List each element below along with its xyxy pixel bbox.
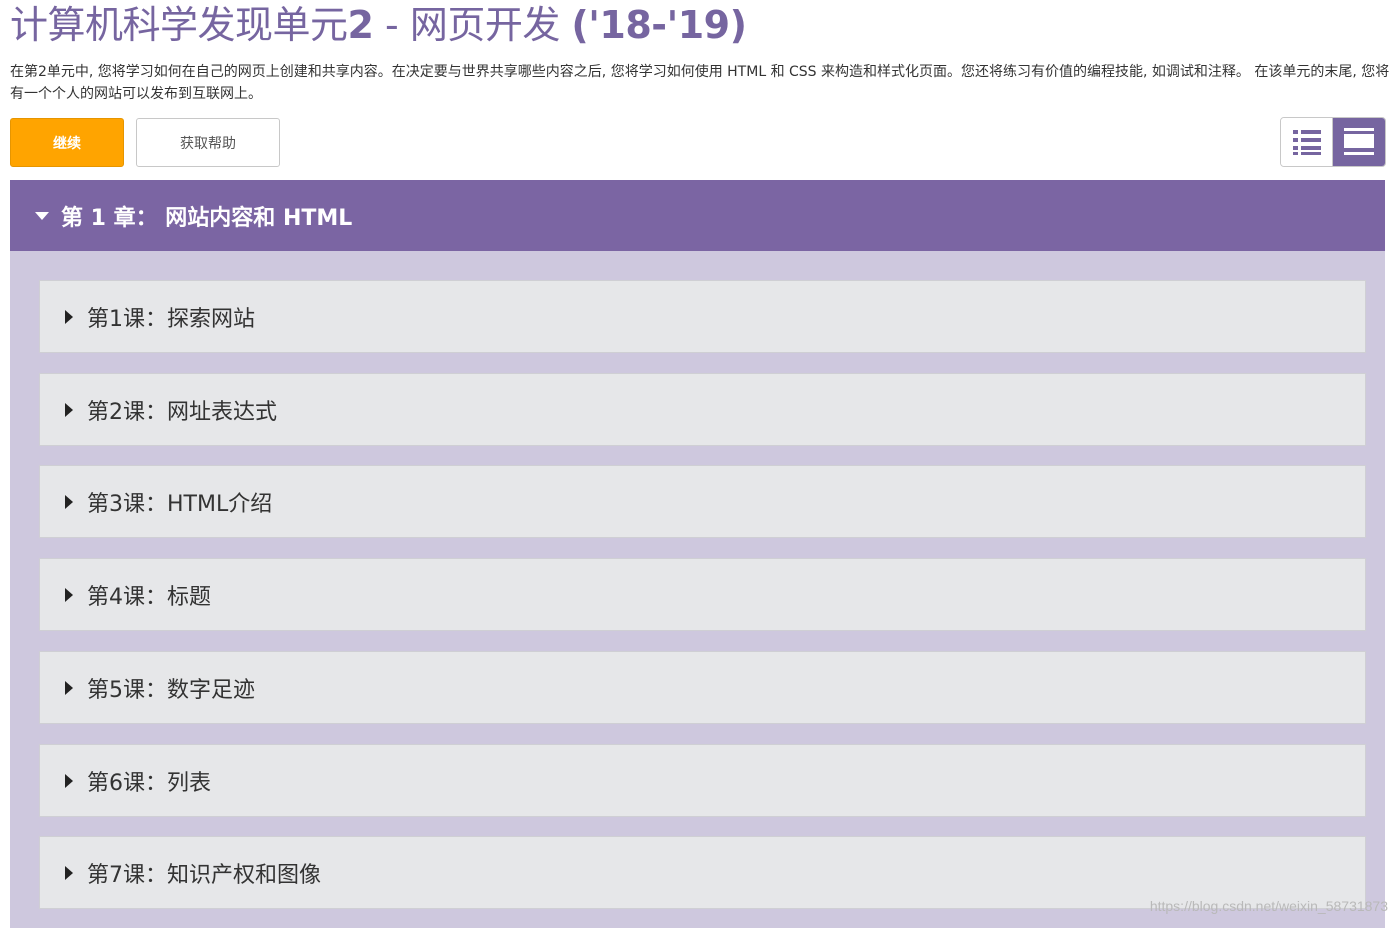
caret-right-icon <box>65 680 73 695</box>
lesson-title: 第5课：数字足迹 <box>87 677 255 703</box>
caret-right-icon <box>65 865 73 880</box>
list-view-button[interactable] <box>1281 118 1334 166</box>
caret-right-icon <box>65 773 73 788</box>
lesson-title: 第4课：标题 <box>87 584 211 610</box>
lesson-row-5[interactable]: 第5课：数字足迹 <box>39 651 1366 724</box>
list-view-icon <box>1292 130 1321 155</box>
caret-right-icon <box>65 309 73 324</box>
title-year: ('18-'19) <box>571 3 747 47</box>
detail-view-icon <box>1344 128 1374 155</box>
continue-button[interactable]: 继续 <box>10 118 124 167</box>
title-subject: - 网页开发 <box>373 3 572 47</box>
caret-right-icon <box>65 494 73 509</box>
lesson-title: 第2课：网址表达式 <box>87 399 277 425</box>
lesson-title: 第3课：HTML介绍 <box>87 491 273 517</box>
view-toggle <box>1280 117 1386 167</box>
title-text: 计算机科学发现单元 <box>10 3 348 47</box>
caret-right-icon <box>65 402 73 417</box>
lesson-row-2[interactable]: 第2课：网址表达式 <box>39 373 1366 446</box>
lesson-row-6[interactable]: 第6课：列表 <box>39 744 1366 817</box>
detail-view-button[interactable] <box>1333 118 1385 166</box>
caret-down-icon <box>35 211 49 220</box>
lesson-title: 第6课：列表 <box>87 770 211 796</box>
title-unit-number: 2 <box>347 3 374 47</box>
lesson-title: 第7课：知识产权和图像 <box>87 862 321 888</box>
lesson-title: 第1课：探索网站 <box>87 306 255 332</box>
chapter-header[interactable]: 第 1 章： 网站内容和 HTML <box>10 180 1385 251</box>
unit-description: 在第2单元中, 您将学习如何在自己的网页上创建和共享内容。在决定要与世界共享哪些… <box>10 64 1390 102</box>
lesson-row-3[interactable]: 第3课：HTML介绍 <box>39 465 1366 538</box>
lesson-row-4[interactable]: 第4课：标题 <box>39 558 1366 631</box>
watermark: https://blog.csdn.net/weixin_58731873 <box>1149 898 1388 914</box>
get-help-button[interactable]: 获取帮助 <box>136 118 280 167</box>
caret-right-icon <box>65 587 73 602</box>
chapter-title: 第 1 章： 网站内容和 HTML <box>61 205 353 231</box>
page-title: 计算机科学发现单元2 - 网页开发 ('18-'19) <box>10 0 747 50</box>
lesson-row-1[interactable]: 第1课：探索网站 <box>39 280 1366 353</box>
chapter-body: 第1课：探索网站 第2课：网址表达式 第3课：HTML介绍 第4课：标题 第5课… <box>10 251 1385 928</box>
